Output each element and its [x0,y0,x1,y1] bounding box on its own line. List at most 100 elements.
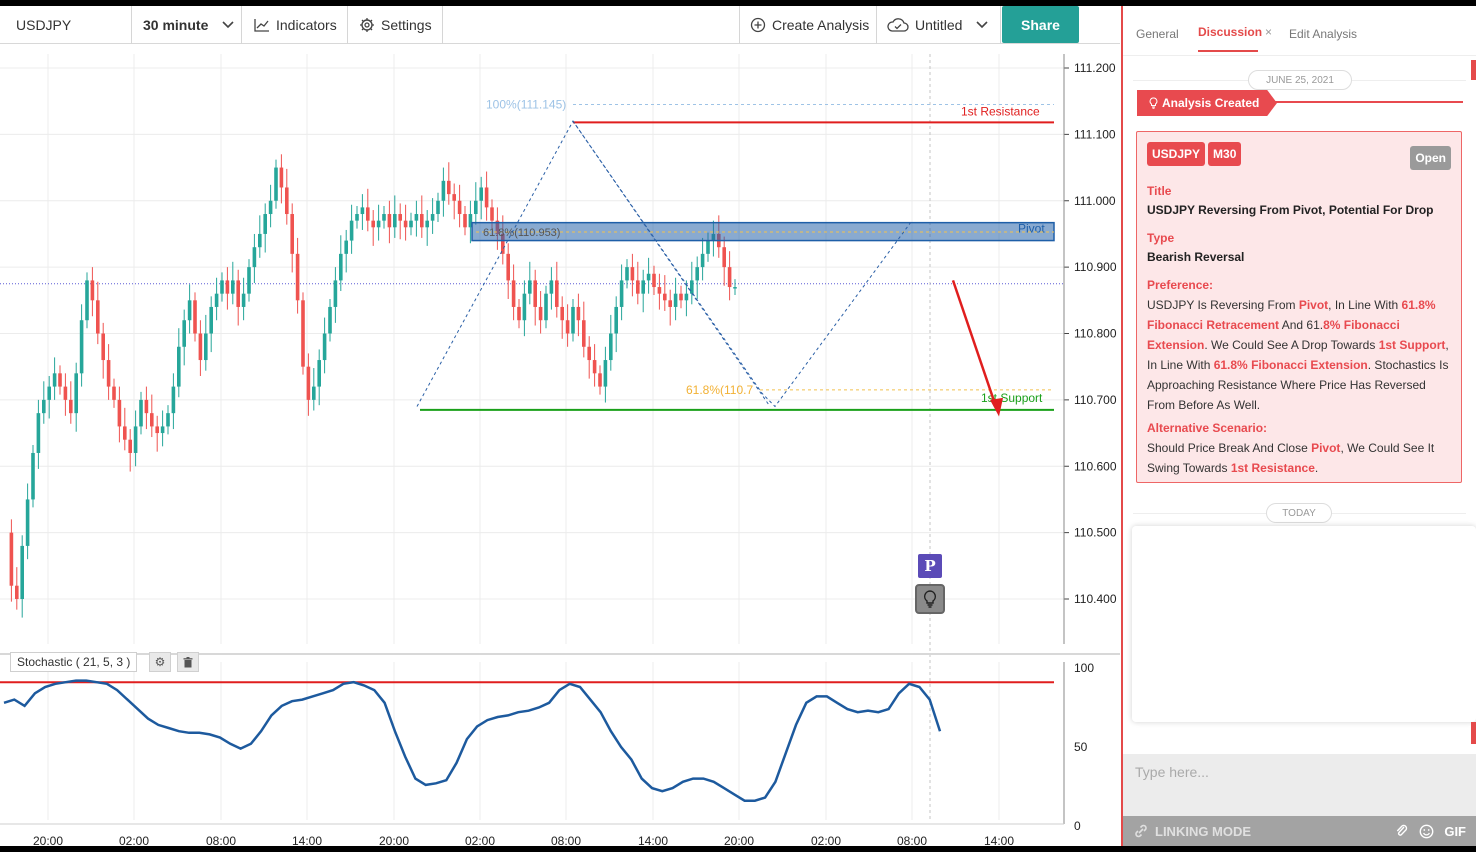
settings-button[interactable]: Settings [348,6,443,44]
arrow-head [990,397,1003,417]
scrollbar-thumb[interactable] [1471,60,1476,80]
chart-area[interactable]: Pivot 1st Resistance 1st Support 100%(111.1… [0,44,1120,846]
candle-body [560,306,564,321]
plus-circle-icon [750,17,766,33]
symbol-input[interactable]: USDJPY [0,6,132,44]
settings-label: Settings [381,17,432,33]
price-label: 111.000 [1074,194,1116,208]
today-badge: TODAY [1266,503,1332,523]
layout-dropdown[interactable]: Untitled [877,6,1001,44]
candle-body [58,373,62,387]
candle-body [20,545,24,599]
candle-body [484,187,489,208]
candle-body [290,214,294,254]
candle-body [722,247,726,268]
analysis-type: Bearish Reversal [1147,250,1245,264]
analysis-title: USDJPY Reversing From Pivot, Potential F… [1147,203,1434,217]
analysis-panel: General Discussion × Edit Analysis JUNE … [1121,6,1476,846]
candle-body [706,240,710,254]
pivot-marker-icon[interactable]: P [918,554,942,578]
time-label: 14:00 [292,834,322,846]
timeframe-tag[interactable]: M30 [1208,142,1242,166]
candle-body [457,200,462,215]
gif-button[interactable]: GIF [1444,824,1466,839]
candle-body [166,413,170,427]
type-label: Type [1147,231,1175,245]
symbol-tag[interactable]: USDJPY [1147,142,1206,166]
candle-body [312,386,316,400]
resistance-label: 1st Resistance [961,104,1040,118]
link-icon[interactable] [1133,823,1149,839]
analysis-created-text: Analysis Created [1162,96,1260,110]
symbol-text: USDJPY [16,17,72,33]
chevron-down-icon [976,21,989,29]
gear-icon [360,18,374,32]
chevron-down-icon [222,21,234,29]
create-analysis-label: Create Analysis [772,17,870,33]
candle-body [198,333,203,361]
candle-body [47,386,51,400]
candle-body [247,267,251,294]
candle-body [646,273,651,281]
message-list [1132,526,1476,722]
price-label: 111.200 [1074,61,1116,75]
candle-body [376,220,381,228]
candle-body [193,300,197,334]
candle-body [409,220,413,228]
interval-dropdown[interactable]: 30 minute [132,6,242,44]
tab-general[interactable]: General [1136,27,1179,41]
time-label: 20:00 [724,834,754,846]
candle-body [679,293,683,301]
candle-body [420,214,424,228]
candle-body [42,399,46,414]
share-button[interactable]: Share [1002,6,1079,43]
tab-discussion[interactable]: Discussion [1198,25,1262,39]
candle-body [727,267,732,288]
lightbulb-icon [1149,97,1158,109]
candle-body [609,333,613,361]
candle-body [144,399,149,414]
indicators-button[interactable]: Indicators [242,6,348,44]
gear-icon[interactable]: ⚙ [149,652,171,672]
alternative-text: Should Price Break And Close Pivot, We C… [1147,441,1435,475]
candle-body [90,280,95,301]
analysis-card: USDJPY M30 Open Title USDJPY Reversing Fr… [1136,131,1462,483]
candle-body [63,386,68,400]
candle-body [339,253,343,281]
candle-body [9,532,14,586]
candle-body [128,439,132,453]
candle-body [306,366,311,400]
app-frame: USDJPY 30 minute Indicators Settings Cre… [0,6,1476,846]
stochastic-label[interactable]: Stochastic ( 21, 5, 3 ) [10,652,138,672]
create-analysis-button[interactable]: Create Analysis [739,6,877,44]
fib-label: 61.8%(110.953) [483,227,560,239]
candle-body [139,399,143,427]
candle-body [366,207,370,221]
price-label: 110.600 [1074,459,1117,473]
candle-body [474,200,478,215]
candle-body [403,220,408,228]
candle-body [690,280,694,294]
candle-body [382,214,386,221]
scrollbar-thumb[interactable] [1471,722,1476,744]
emoji-icon[interactable] [1419,824,1434,839]
candle-body [522,293,527,321]
lightbulb-icon[interactable] [915,584,945,614]
tab-edit-analysis[interactable]: Edit Analysis [1289,27,1357,41]
paperclip-icon[interactable] [1395,824,1409,838]
price-chart[interactable]: Pivot1st Resistance1st Support100%(111.1… [0,44,1120,846]
stoch-level-label: 100 [1074,661,1094,675]
preference-label: Preference: [1147,278,1214,292]
candle-body [355,214,359,221]
composer-toolbar: LINKING MODE GIF [1123,816,1476,846]
linking-mode-toggle[interactable]: LINKING MODE [1155,824,1251,839]
candle-body [490,207,494,221]
trash-icon[interactable] [177,652,199,672]
message-input[interactable]: Type here... [1123,754,1476,816]
candle-body [479,187,483,201]
status-badge: Open [1410,146,1451,170]
candle-body [301,300,305,367]
close-icon[interactable]: × [1265,25,1272,39]
candle-body [506,253,510,281]
banner-line [1273,101,1463,103]
